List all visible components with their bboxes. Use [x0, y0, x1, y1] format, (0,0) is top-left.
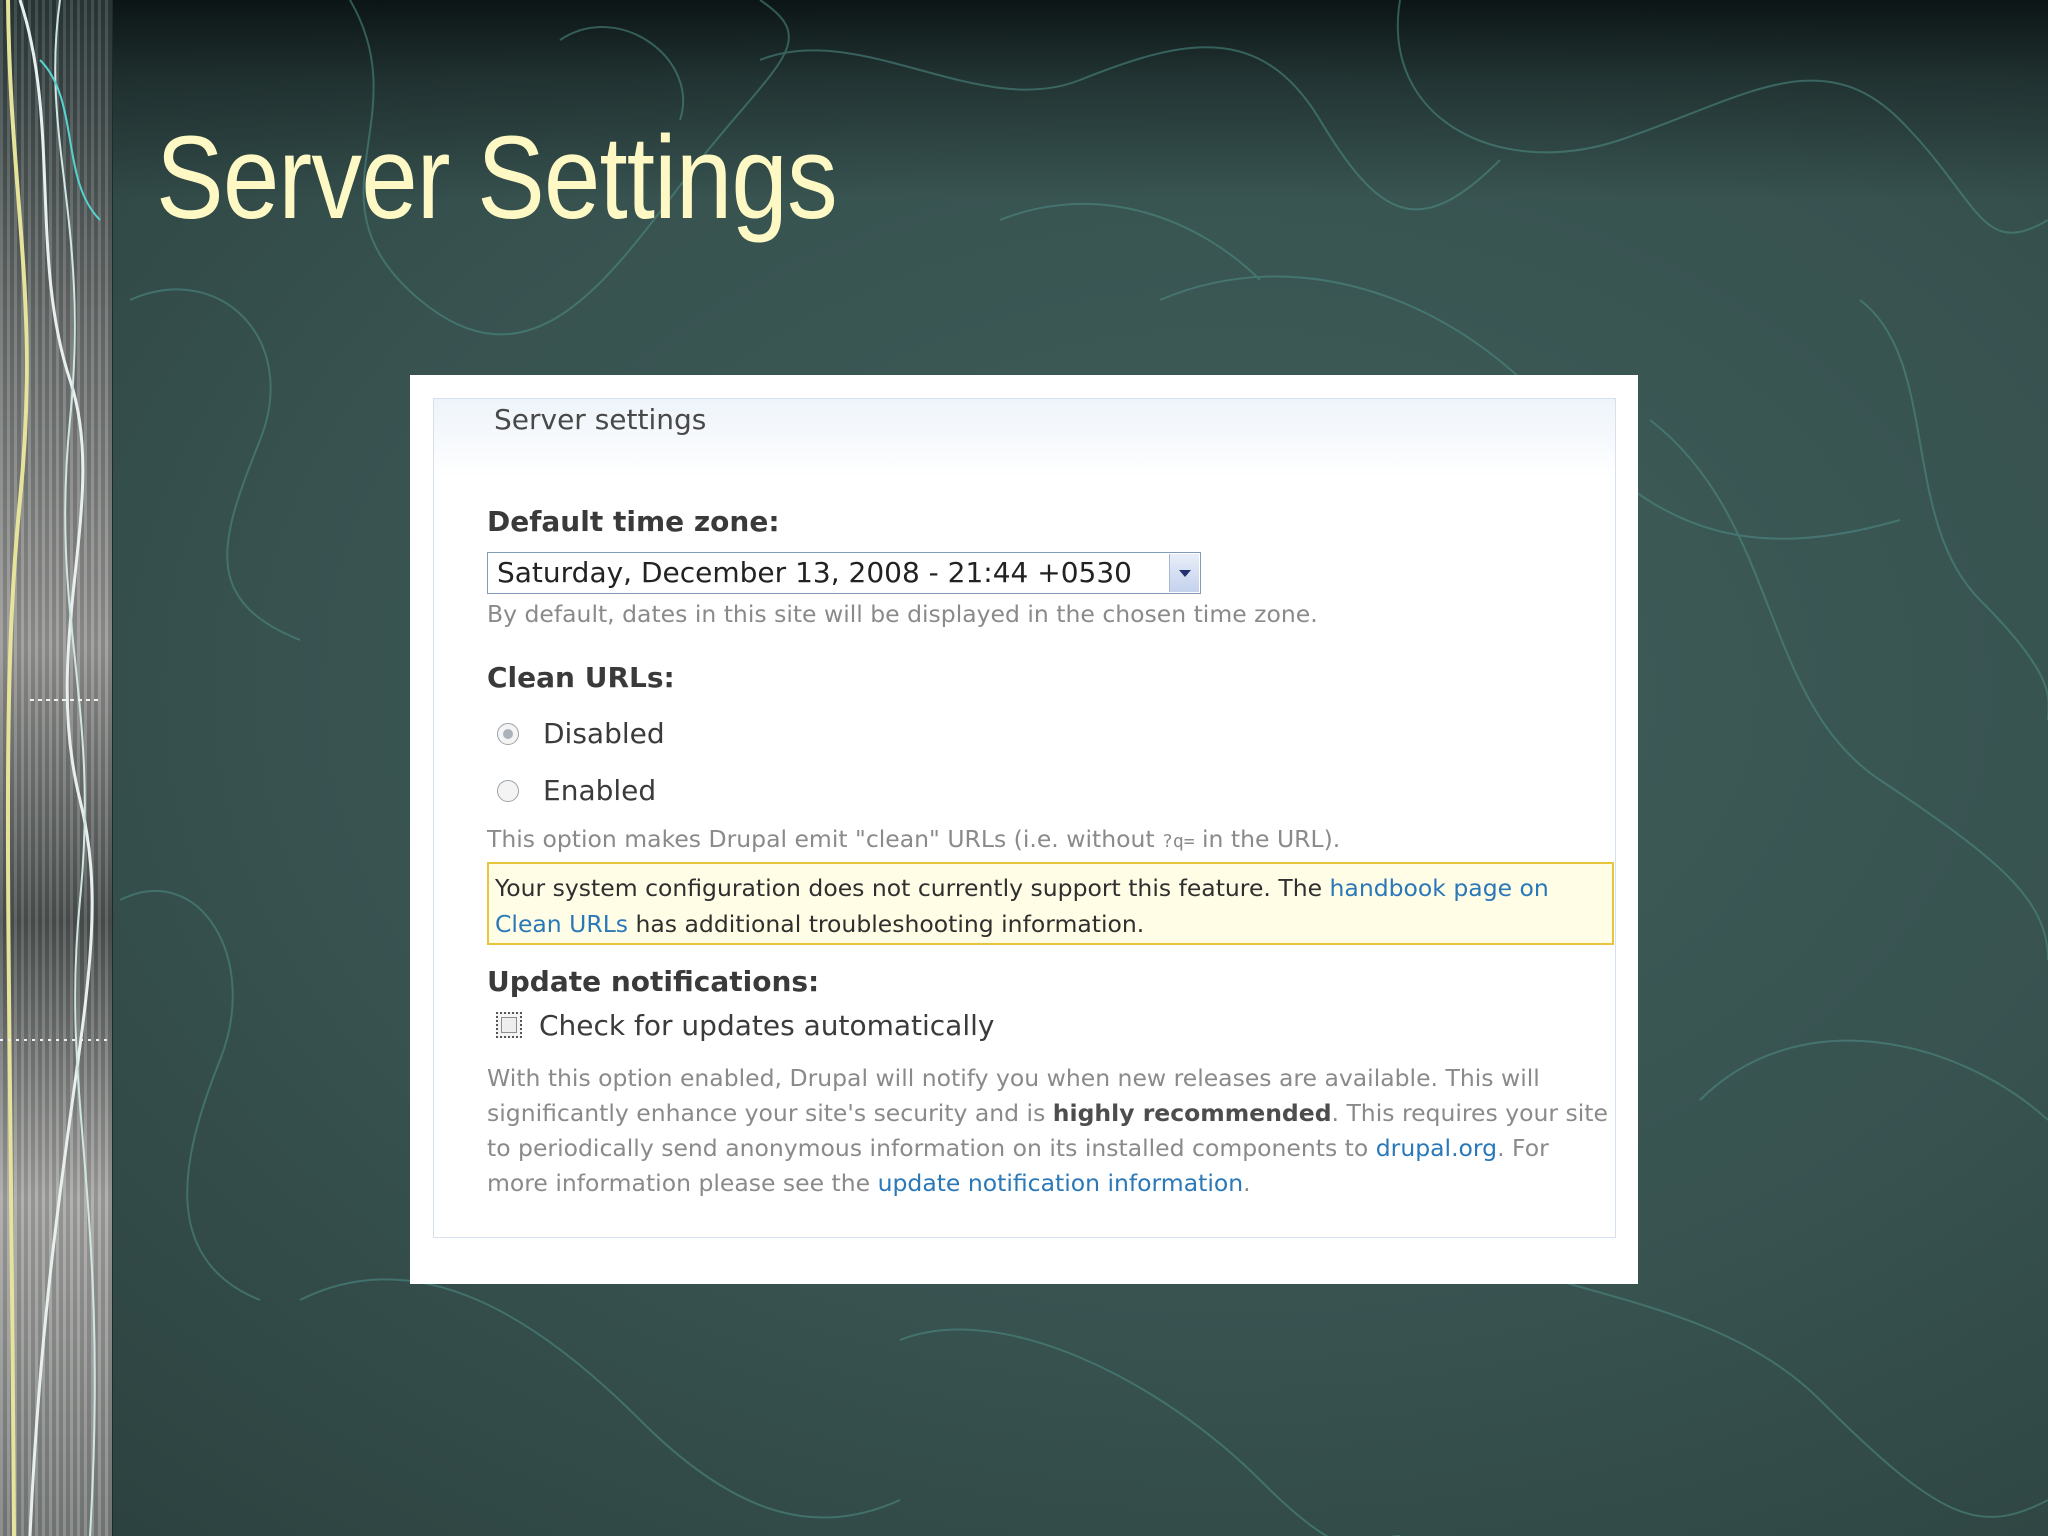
screenshot-panel: Server settings Default time zone: Satur…	[410, 375, 1638, 1284]
update-notifications-label: Update notifications:	[487, 965, 820, 998]
notice-text-end: has additional troubleshooting informati…	[628, 910, 1145, 938]
clean-urls-description: This option makes Drupal emit "clean" UR…	[487, 822, 1340, 859]
timezone-select-value: Saturday, December 13, 2008 - 21:44 +053…	[497, 556, 1132, 589]
fieldset-legend: Server settings	[494, 403, 707, 436]
update-description: With this option enabled, Drupal will no…	[487, 1061, 1617, 1201]
map-strip-decoration	[0, 0, 113, 1536]
clean-urls-desc-text-end: in the URL).	[1194, 825, 1341, 853]
drupal-org-link[interactable]: drupal.org	[1376, 1134, 1497, 1162]
radio-button-disabled[interactable]	[497, 723, 519, 745]
slide-title: Server Settings	[156, 112, 838, 244]
update-info-link[interactable]: update notification information	[878, 1169, 1244, 1197]
update-desc-bold: highly recommended	[1052, 1099, 1332, 1127]
clean-urls-label: Clean URLs:	[487, 661, 675, 694]
checkbox-label[interactable]: Check for updates automatically	[539, 1009, 994, 1042]
radio-label-disabled[interactable]: Disabled	[543, 717, 665, 750]
warning-notice: Your system configuration does not curre…	[487, 862, 1614, 945]
clean-urls-desc-text: This option makes Drupal emit "clean" UR…	[487, 825, 1163, 853]
timezone-label: Default time zone:	[487, 505, 780, 538]
radio-label-enabled[interactable]: Enabled	[543, 774, 656, 807]
clean-urls-desc-code: ?q=	[1162, 831, 1195, 852]
update-desc-text-4: .	[1243, 1169, 1251, 1197]
timezone-select[interactable]: Saturday, December 13, 2008 - 21:44 +053…	[487, 552, 1201, 594]
chevron-down-icon[interactable]	[1169, 554, 1199, 592]
server-settings-fieldset: Server settings Default time zone: Satur…	[433, 398, 1616, 1238]
notice-text: Your system configuration does not curre…	[495, 874, 1330, 902]
timezone-description: By default, dates in this site will be d…	[487, 600, 1318, 628]
update-check-checkbox[interactable]	[496, 1012, 522, 1038]
radio-button-enabled[interactable]	[497, 780, 519, 802]
